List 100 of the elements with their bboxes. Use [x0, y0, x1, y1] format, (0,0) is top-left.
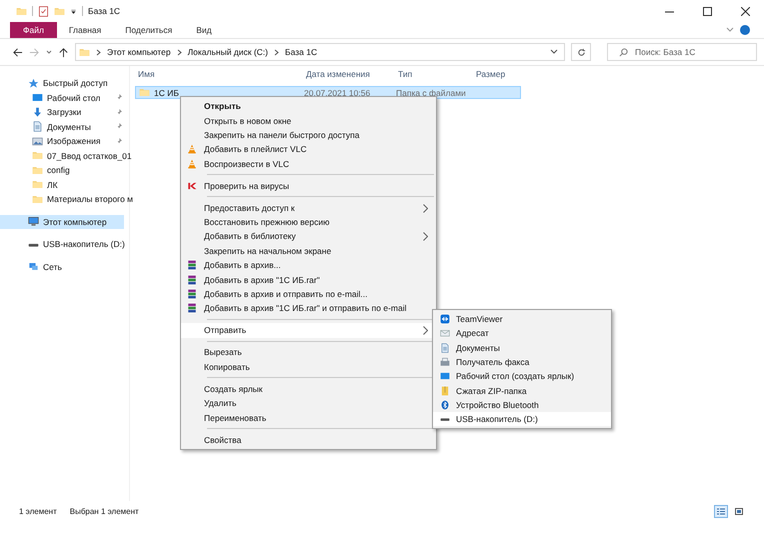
- menu-item[interactable]: Проверить на вирусы: [181, 178, 436, 193]
- refresh-icon: [576, 48, 586, 56]
- traffic-cone-icon: [187, 144, 197, 154]
- computer-icon: [28, 216, 39, 228]
- back-icon[interactable]: [12, 46, 23, 58]
- books-stack-icon: [187, 288, 197, 299]
- fax-icon: [440, 357, 450, 368]
- envelope-icon: [440, 328, 450, 338]
- menu-item[interactable]: Закрепить на панели быстрого доступа: [181, 128, 436, 142]
- thumbnail-icon: [735, 508, 743, 514]
- menu-item[interactable]: Удалить: [181, 396, 436, 410]
- folder-icon: [32, 194, 43, 205]
- column-header[interactable]: Дата изменения: [306, 69, 370, 79]
- menu-item[interactable]: Добавить в архив...: [181, 258, 436, 272]
- details-view-button[interactable]: [714, 504, 728, 518]
- teamviewer-icon: [440, 314, 450, 324]
- traffic-cone-icon: [187, 158, 197, 169]
- search-icon: [619, 48, 628, 57]
- sidebar-item[interactable]: ЛК: [0, 178, 124, 192]
- menu-item[interactable]: Добавить в архив и отправить по e-mail...: [181, 286, 436, 302]
- search-field[interactable]: Поиск: База 1С: [607, 43, 757, 61]
- menu-item[interactable]: TeamViewer: [433, 312, 611, 326]
- folder-icon: [79, 46, 90, 58]
- caret-icon[interactable]: [550, 49, 558, 55]
- breadcrumb[interactable]: База 1С: [285, 47, 318, 57]
- folder-icon: [139, 87, 150, 98]
- bluetooth-icon: [440, 400, 450, 410]
- item-count: 1 элемент: [19, 506, 57, 516]
- document-icon: [440, 342, 450, 353]
- type-cell: Папка с файлами: [396, 88, 466, 98]
- folder-icon: [54, 6, 65, 16]
- folder-icon: [16, 6, 27, 16]
- sidebar-item[interactable]: Этот компьютер: [0, 214, 124, 229]
- books-stack-icon: [187, 274, 197, 285]
- menu-item[interactable]: Создать ярлык: [181, 382, 436, 396]
- sidebar-item[interactable]: 07_Ввод остатков_01: [0, 148, 132, 163]
- window-title: База 1С: [88, 6, 120, 16]
- menu-item[interactable]: Добавить в плейлист VLC: [181, 142, 436, 156]
- menu-item[interactable]: Добавить в архив "1С ИБ.rar": [181, 272, 436, 287]
- breadcrumb[interactable]: Этот компьютер: [107, 47, 171, 57]
- menu-item[interactable]: Рабочий стол (создать ярлык): [433, 369, 611, 384]
- menu-item[interactable]: Переименовать: [181, 410, 436, 425]
- sidebar-item[interactable]: Загрузки: [0, 105, 124, 120]
- ribbon-tab[interactable]: Вид: [184, 22, 224, 38]
- menu-item[interactable]: Документы: [433, 340, 611, 355]
- folder-icon: [32, 179, 43, 190]
- menu-item[interactable]: Воспроизвести в VLC: [181, 156, 436, 171]
- menu-item[interactable]: Добавить в архив "1С ИБ.rar" и отправить по e-mail: [181, 301, 436, 316]
- chevron-icon[interactable]: [726, 27, 734, 33]
- pictures-icon: [32, 136, 43, 147]
- download-arrow-icon: [32, 106, 43, 118]
- column-header[interactable]: Имя: [138, 69, 155, 79]
- network-icon: [28, 261, 39, 272]
- maximize-icon[interactable]: [702, 6, 712, 16]
- file-name: 1С ИБ: [154, 88, 179, 98]
- ribbon-tab[interactable]: Поделиться: [113, 22, 184, 38]
- menu-item[interactable]: Восстановить прежнюю версию: [181, 214, 436, 230]
- sidebar-item[interactable]: USB-накопитель (D:): [0, 237, 127, 252]
- books-stack-icon: [187, 260, 197, 270]
- sidebar-item[interactable]: Быстрый доступ: [0, 76, 124, 90]
- sidebar-item[interactable]: Материалы второго м: [0, 192, 134, 206]
- menu-item[interactable]: Устройство Bluetooth: [433, 398, 611, 412]
- sidebar-item[interactable]: Изображения: [0, 134, 124, 148]
- sidebar-item[interactable]: Сеть: [0, 260, 124, 274]
- refresh-button[interactable]: [571, 43, 591, 61]
- caret-icon[interactable]: [46, 49, 52, 55]
- menu-item[interactable]: Свойства: [181, 432, 436, 447]
- selection-count: Выбран 1 элемент: [70, 506, 139, 516]
- menu-item[interactable]: Адресат: [433, 326, 611, 341]
- menu-item[interactable]: USB-накопитель (D:): [433, 412, 611, 426]
- menu-item[interactable]: Предоставить доступ к: [181, 200, 436, 215]
- column-header[interactable]: Тип: [398, 69, 412, 79]
- document-icon: [32, 121, 43, 132]
- menu-item[interactable]: Получатель факса: [433, 354, 611, 370]
- up-icon[interactable]: [58, 46, 69, 58]
- zip-folder-icon: [440, 386, 450, 396]
- menu-item[interactable]: Открыть: [181, 99, 436, 114]
- column-header[interactable]: Размер: [476, 69, 506, 79]
- folder-icon: [32, 150, 43, 162]
- ribbon-tab[interactable]: Файл: [10, 22, 57, 38]
- desktop-icon: [32, 92, 43, 104]
- chevron-icon: [96, 48, 101, 56]
- folder-icon: [32, 164, 43, 176]
- properties-icon[interactable]: [38, 6, 49, 16]
- chevron-icon: [274, 48, 280, 56]
- menu-item[interactable]: Сжатая ZIP-папка: [433, 383, 611, 398]
- menu-item[interactable]: Копировать: [181, 360, 436, 374]
- sidebar-item[interactable]: Рабочий стол: [0, 90, 124, 105]
- sidebar-item[interactable]: Документы: [0, 120, 124, 134]
- menu-item[interactable]: Вырезать: [181, 345, 436, 360]
- ribbon-tab[interactable]: Главная: [56, 22, 114, 38]
- menu-item[interactable]: Добавить в библиотеку: [181, 229, 436, 244]
- address-bar[interactable]: Этот компьютер Локальный диск (C:) База 1С: [75, 43, 565, 61]
- chevron-icon: [176, 48, 182, 56]
- menu-item[interactable]: Открыть в новом окне: [181, 113, 436, 128]
- close-icon[interactable]: [740, 6, 750, 16]
- books-stack-icon: [187, 303, 197, 314]
- breadcrumb[interactable]: Локальный диск (C:): [188, 47, 268, 57]
- menu-item[interactable]: Закрепить на начальном экране: [181, 244, 436, 258]
- sidebar-item[interactable]: config: [0, 163, 124, 178]
